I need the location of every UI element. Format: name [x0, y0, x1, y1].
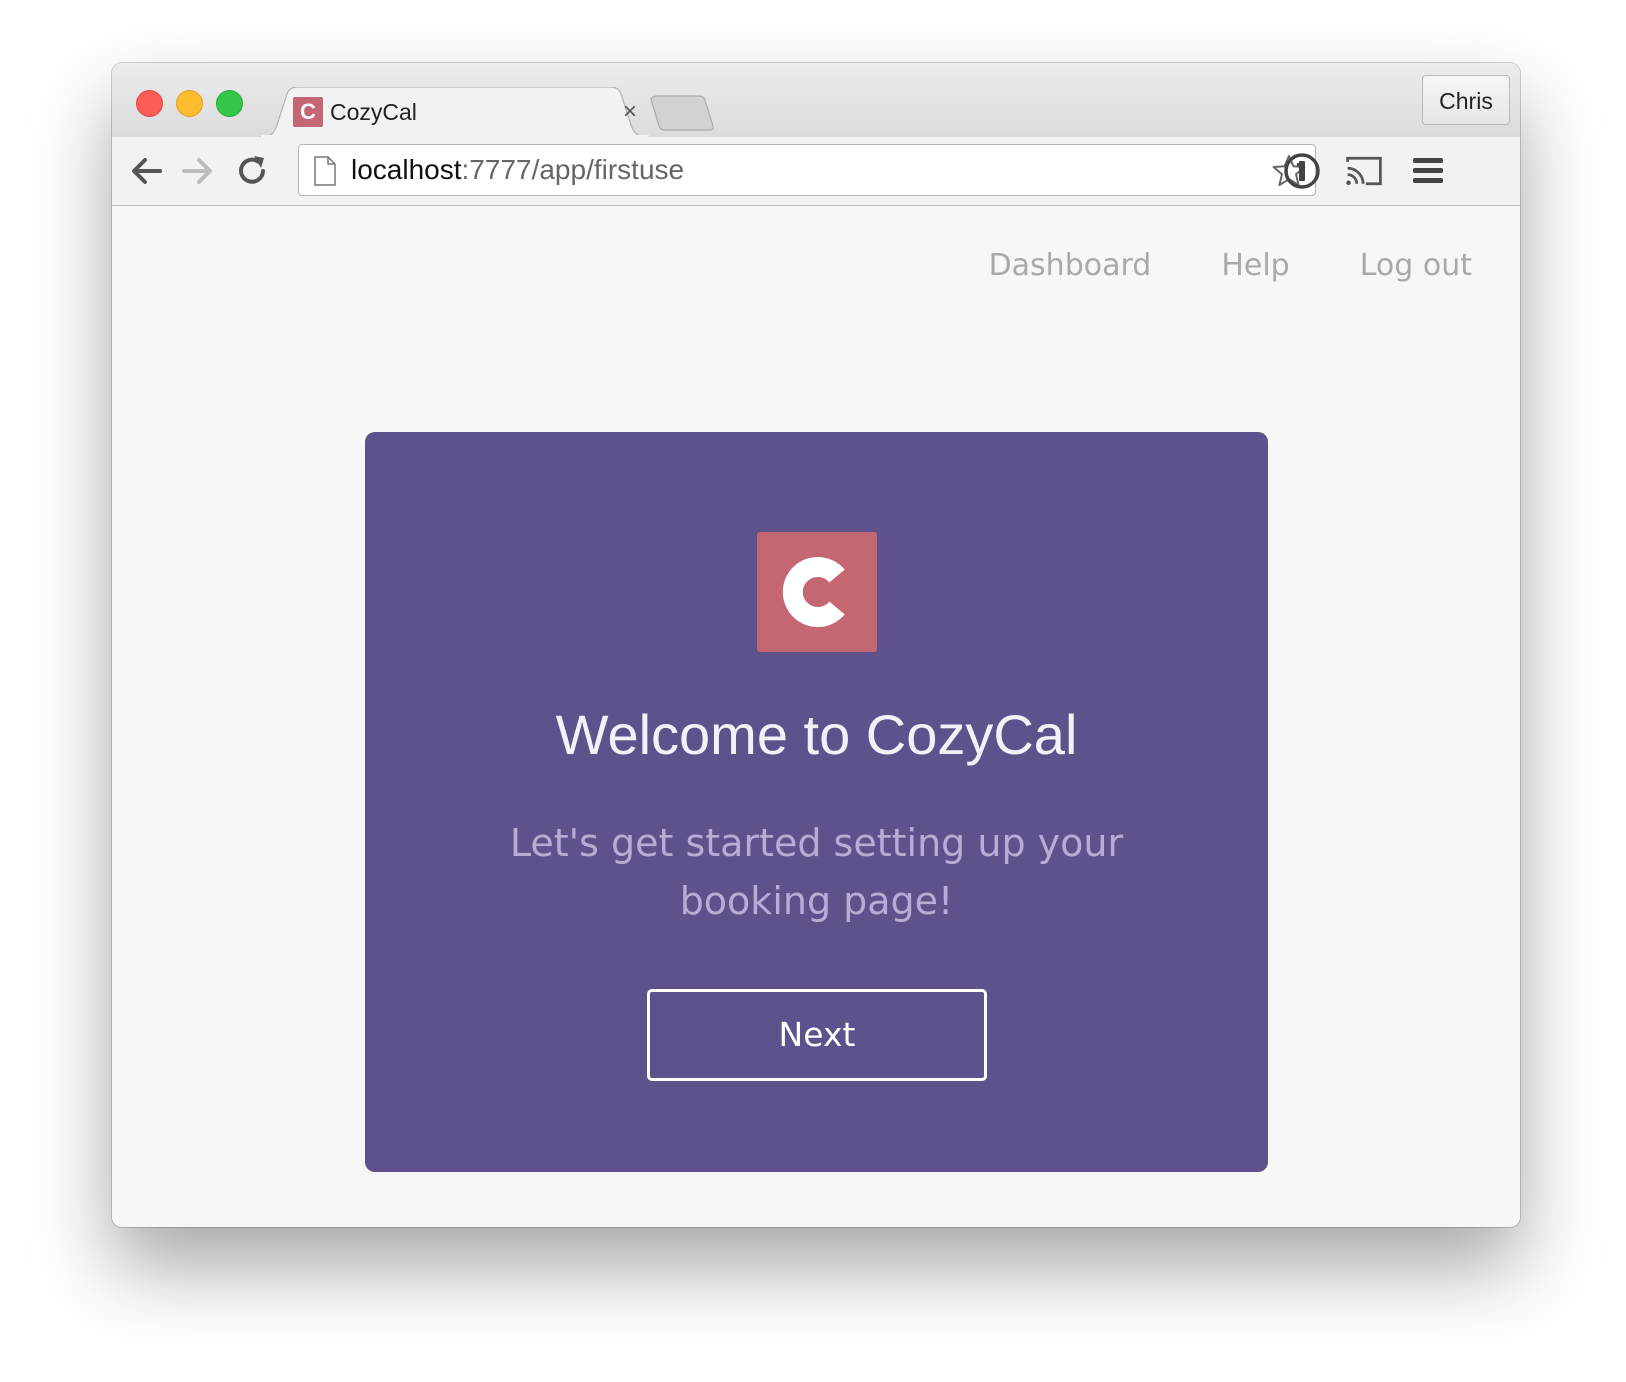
nav-dashboard-link[interactable]: Dashboard [989, 248, 1152, 283]
nav-help-link[interactable]: Help [1221, 248, 1289, 283]
welcome-title: Welcome to CozyCal [555, 703, 1078, 766]
url-text[interactable]: localhost:7777/app/firstuse [351, 145, 684, 195]
browser-toolbar: localhost:7777/app/firstuse [112, 137, 1520, 206]
url-host: localhost [351, 154, 462, 185]
1password-icon[interactable] [1282, 151, 1322, 191]
tab-strip: C CozyCal × Chris [112, 63, 1520, 137]
reload-icon[interactable] [232, 151, 272, 191]
address-bar[interactable]: localhost:7777/app/firstuse [298, 144, 1316, 196]
minimize-window-button[interactable] [176, 90, 203, 117]
tab-title: CozyCal [330, 99, 417, 125]
top-navigation: Dashboard Help Log out [989, 248, 1472, 283]
url-path: :7777/app/firstuse [461, 154, 685, 185]
cozycal-logo-icon [757, 532, 877, 652]
page-viewport: Dashboard Help Log out Welcome to CozyCa… [112, 206, 1520, 1227]
welcome-card: Welcome to CozyCal Let's get started set… [365, 432, 1268, 1172]
profile-button[interactable]: Chris [1422, 75, 1510, 125]
nav-logout-link[interactable]: Log out [1360, 248, 1472, 283]
tab-cozycal[interactable]: C CozyCal × [260, 87, 650, 137]
back-icon[interactable] [126, 151, 166, 191]
zoom-window-button[interactable] [216, 90, 243, 117]
welcome-subtitle: Let's get started setting up your bookin… [509, 821, 1124, 923]
tab-close-icon[interactable]: × [623, 97, 637, 127]
close-window-button[interactable] [136, 90, 163, 117]
menu-icon[interactable] [1408, 151, 1448, 191]
forward-icon[interactable] [178, 151, 218, 191]
cast-icon[interactable] [1344, 151, 1384, 191]
cozycal-favicon-icon: C [293, 97, 323, 127]
page-icon [314, 156, 336, 186]
browser-window: C CozyCal × Chris localhost:7777/app/fir… [112, 63, 1520, 1227]
next-button[interactable]: Next [647, 989, 987, 1081]
new-tab-button[interactable] [647, 95, 717, 131]
